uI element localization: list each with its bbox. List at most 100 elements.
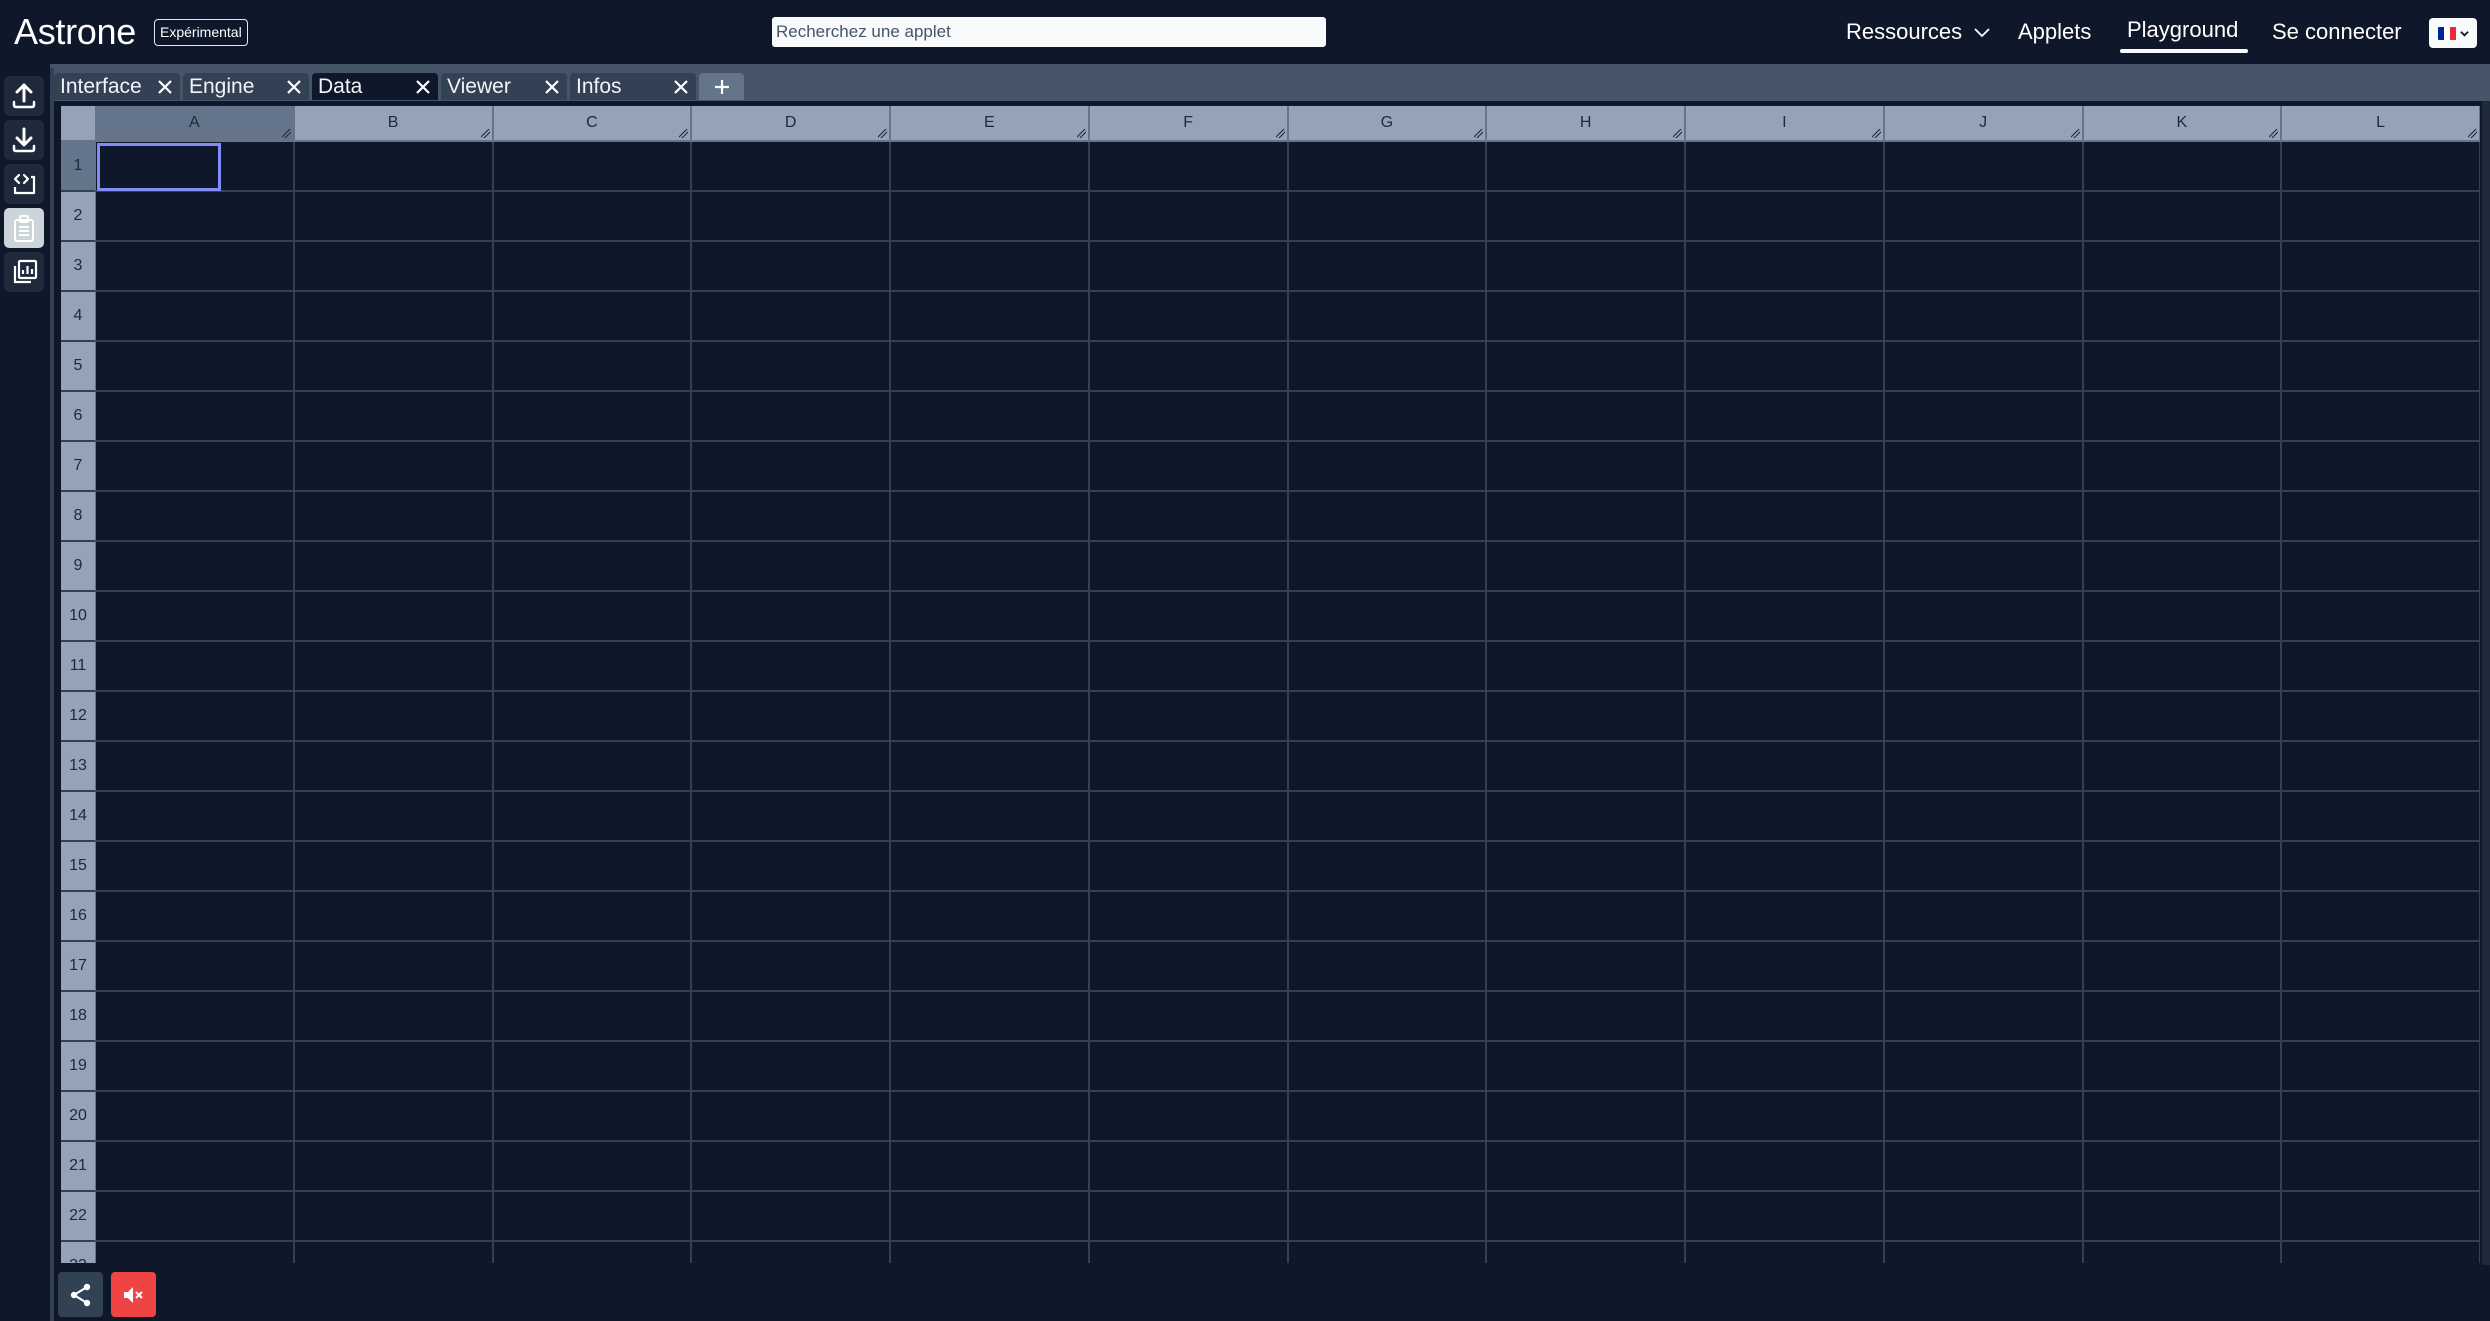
column-header-k[interactable]: K — [2083, 106, 2283, 142]
share-icon — [70, 1283, 90, 1306]
tab-label: Engine — [189, 75, 255, 98]
close-icon[interactable] — [414, 78, 432, 96]
charts-button[interactable] — [4, 252, 44, 292]
share-button[interactable] — [58, 1272, 103, 1317]
upload-button[interactable] — [4, 76, 44, 116]
close-icon[interactable] — [285, 78, 303, 96]
column-header-e[interactable]: E — [891, 106, 1090, 142]
mute-button[interactable] — [111, 1272, 156, 1317]
row-header-5[interactable]: 5 — [61, 342, 96, 392]
row-header-22[interactable]: 22 — [61, 1192, 96, 1242]
nav-playground[interactable]: Playground — [2127, 16, 2238, 44]
chevron-down-icon — [2459, 30, 2469, 37]
column-header-h[interactable]: H — [1487, 106, 1686, 142]
add-tab-button[interactable] — [699, 73, 744, 100]
column-header-c[interactable]: C — [493, 106, 693, 142]
column-resize-handle[interactable] — [1275, 129, 1285, 138]
column-resize-handle[interactable] — [2269, 129, 2279, 138]
close-icon[interactable] — [672, 78, 690, 96]
column-header-a[interactable]: A — [96, 106, 295, 142]
close-icon[interactable] — [543, 78, 561, 96]
row-header-4[interactable]: 4 — [61, 292, 96, 342]
select-all-corner[interactable] — [61, 106, 96, 142]
column-gridline — [1087, 142, 1090, 1263]
column-header-j[interactable]: J — [1884, 106, 2084, 142]
row-header-19[interactable]: 19 — [61, 1042, 96, 1092]
column-resize-handle[interactable] — [679, 129, 689, 138]
column-gridline — [1684, 142, 1686, 1263]
column-header-g[interactable]: G — [1288, 106, 1488, 142]
nav-login[interactable]: Se connecter — [2272, 18, 2402, 46]
experimental-badge: Expérimental — [154, 19, 248, 46]
download-button[interactable] — [4, 120, 44, 160]
column-resize-handle[interactable] — [281, 129, 291, 138]
column-header-l[interactable]: L — [2282, 106, 2480, 142]
row-header-8[interactable]: 8 — [61, 492, 96, 542]
tab-engine[interactable]: Engine — [183, 73, 309, 100]
column-gridline — [491, 142, 494, 1263]
column-resize-handle[interactable] — [878, 129, 887, 138]
row-header-20[interactable]: 20 — [61, 1092, 96, 1142]
row-header-12[interactable]: 12 — [61, 692, 96, 742]
row-header-10[interactable]: 10 — [61, 592, 96, 642]
row-header-9[interactable]: 9 — [61, 542, 96, 592]
row-header-14[interactable]: 14 — [61, 792, 96, 842]
row-header-18[interactable]: 18 — [61, 992, 96, 1042]
column-header-i[interactable]: I — [1686, 106, 1885, 142]
row-header-15[interactable]: 15 — [61, 842, 96, 892]
row-gridline — [96, 890, 2480, 892]
row-header-2[interactable]: 2 — [61, 192, 96, 242]
tab-viewer[interactable]: Viewer — [441, 73, 567, 100]
row-gridline — [96, 1040, 2480, 1042]
row-header-1[interactable]: 1 — [61, 142, 96, 192]
row-gridline — [96, 490, 2480, 492]
row-header-6[interactable]: 6 — [61, 392, 96, 442]
column-resize-handle[interactable] — [1474, 129, 1484, 138]
column-resize-handle[interactable] — [480, 129, 490, 138]
row-gridline — [96, 240, 2480, 242]
clipboard-icon — [14, 215, 34, 242]
tab-data[interactable]: Data — [312, 73, 438, 100]
spreadsheet-grid[interactable]: A B C D E F G H I J K L 1 2 3 4 5 6 7 8 9 10 11 12 13 14 15 16 17 18 1… — [61, 106, 2480, 1263]
close-icon[interactable] — [156, 78, 174, 96]
row-gridline — [96, 1240, 2480, 1242]
row-header-23[interactable]: 23 — [61, 1242, 96, 1263]
search-input[interactable] — [772, 17, 1326, 47]
panel-scroll-edge — [2482, 101, 2490, 1265]
tab-interface[interactable]: Interface — [54, 73, 180, 100]
language-select[interactable] — [2429, 18, 2477, 48]
selected-cell-a1[interactable] — [97, 143, 221, 191]
nav-resources-label: Ressources — [1846, 19, 1963, 44]
row-header-7[interactable]: 7 — [61, 442, 96, 492]
column-resize-handle[interactable] — [2070, 129, 2080, 138]
column-resize-handle[interactable] — [1076, 129, 1086, 138]
embed-code-button[interactable] — [4, 164, 44, 204]
row-header-21[interactable]: 21 — [61, 1142, 96, 1192]
column-resize-handle[interactable] — [1871, 129, 1881, 138]
column-resize-handle[interactable] — [1673, 129, 1682, 138]
brand-logo[interactable]: Astrone — [14, 10, 136, 54]
nav-resources-dropdown[interactable]: Ressources — [1846, 18, 1992, 46]
column-gridline — [690, 142, 693, 1263]
row-gridline — [96, 690, 2480, 692]
tab-label: Interface — [60, 75, 142, 98]
tab-infos[interactable]: Infos — [570, 73, 696, 100]
column-gridline — [1882, 142, 1885, 1263]
nav-applets[interactable]: Applets — [2018, 18, 2091, 46]
row-header-17[interactable]: 17 — [61, 942, 96, 992]
row-header-13[interactable]: 13 — [61, 742, 96, 792]
row-gridline — [96, 740, 2480, 742]
clipboard-button[interactable] — [4, 208, 44, 248]
row-header-16[interactable]: 16 — [61, 892, 96, 942]
row-gridline — [96, 640, 2480, 642]
column-resize-handle[interactable] — [2468, 129, 2477, 138]
column-header-f[interactable]: F — [1089, 106, 1289, 142]
mute-icon — [123, 1286, 143, 1303]
top-header: Astrone Expérimental Ressources Applets … — [0, 0, 2490, 64]
column-header-d[interactable]: D — [692, 106, 891, 142]
row-gridline — [96, 940, 2480, 942]
column-header-b[interactable]: B — [294, 106, 494, 142]
row-header-3[interactable]: 3 — [61, 242, 96, 292]
row-header-11[interactable]: 11 — [61, 642, 96, 692]
chart-gallery-icon — [13, 259, 38, 284]
